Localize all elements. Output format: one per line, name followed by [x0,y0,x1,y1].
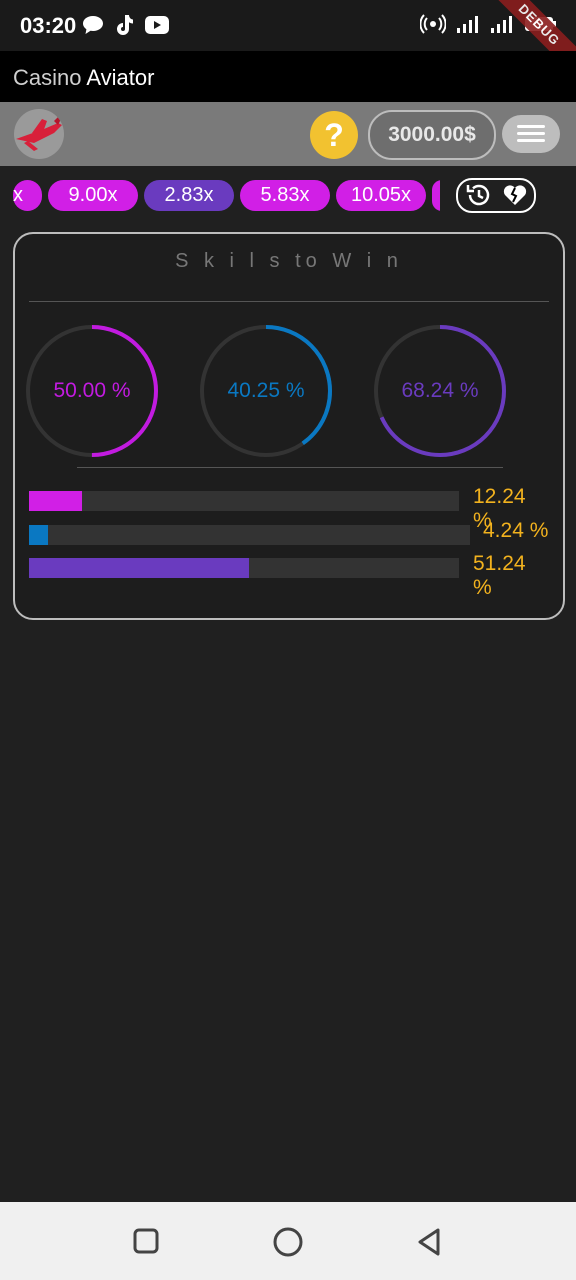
skills-card: S k i l s to W i n 50.00 % 40.25 % 68.24… [13,232,565,620]
app-bar: Casino Aviator [0,51,576,102]
menu-button[interactable] [502,115,560,153]
ring-percent-label: 40.25 % [227,379,305,402]
multiplier-chip[interactable]: 2.83x [144,180,234,211]
broken-heart-icon [503,185,527,205]
multiplier-chip[interactable]: x [13,180,42,211]
signal-3g-icon [491,16,512,33]
divider [29,301,549,302]
ring-percent-label: 68.24 % [401,379,479,402]
progress-ring-2: 40.25 % [199,324,333,458]
system-nav-bar [0,1202,576,1280]
chat-icon [83,16,103,34]
progress-bar-row-1: 12.24 % [29,485,549,532]
multiplier-chip-partial[interactable] [432,180,440,211]
progress-bar-track [29,525,470,545]
signal-icon [457,16,478,33]
back-button[interactable] [414,1226,444,1258]
multiplier-chip[interactable]: 10.05x [336,180,426,211]
progress-bar-percent: 51.24 % [473,552,526,599]
multiplier-chip[interactable]: 9.00x [48,180,138,211]
menu-icon-line [517,125,545,128]
divider [77,467,503,468]
hotspot-icon [420,14,446,34]
history-toggle-button[interactable] [456,178,536,213]
progress-bar-percent: 4.24 % [483,519,549,542]
app-title-prefix: Casino [13,65,82,90]
menu-icon-line [517,132,545,135]
progress-bar-fill [29,558,250,578]
notification-icons [82,14,170,36]
ring-percent-label: 50.00 % [53,379,131,402]
menu-icon-line [517,139,545,142]
progress-bar-track [29,491,459,511]
game-toolbar: ? 3000.00$ [0,102,576,166]
youtube-icon [145,16,169,34]
tiktok-icon [117,15,133,35]
status-bar: 03:20 DEBUG [0,0,576,86]
progress-bar-fill [29,525,48,545]
progress-ring-1: 50.00 % [25,324,159,458]
app-title-main: Aviator [86,65,155,90]
progress-bar-row-2: 4.24 % [29,519,549,545]
airplane-icon [16,115,62,151]
multiplier-history[interactable]: x 9.00x 2.83x 5.83x 10.05x [13,180,440,212]
multiplier-chip[interactable]: 5.83x [240,180,330,211]
app-title: Casino Aviator [13,65,154,91]
aviator-logo [14,109,64,159]
card-title: S k i l s to W i n [175,250,403,272]
recents-button[interactable] [132,1227,162,1257]
balance-display: 3000.00$ [368,110,496,160]
home-button[interactable] [272,1226,304,1258]
status-time: 03:20 [20,13,77,38]
progress-bar-row-3: 51.24 % [29,552,549,599]
progress-bar-fill [29,491,82,511]
progress-ring-3: 68.24 % [373,324,507,458]
progress-bar-track [29,558,459,578]
help-button[interactable]: ? [310,111,358,159]
history-icon [466,184,490,206]
